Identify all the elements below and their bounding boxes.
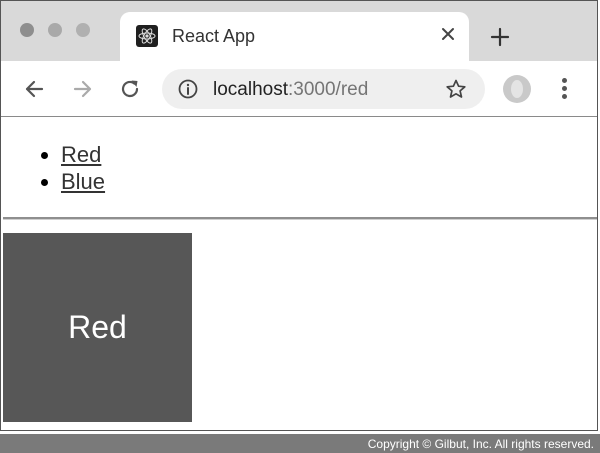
- tab-strip: React App: [1, 1, 597, 62]
- nav-link-red[interactable]: Red: [61, 142, 101, 167]
- horizontal-rule: [3, 217, 597, 220]
- url-text[interactable]: localhost:3000/red: [213, 79, 368, 101]
- maximize-window-button[interactable]: [76, 23, 90, 37]
- nav-list: Red Blue: [23, 141, 105, 195]
- forward-arrow-icon[interactable]: [71, 77, 95, 101]
- color-box-label: Red: [68, 309, 127, 345]
- minimize-window-button[interactable]: [48, 23, 62, 37]
- info-icon[interactable]: [178, 79, 198, 99]
- toolbar-divider: [1, 116, 597, 117]
- list-item: Blue: [61, 168, 105, 195]
- avatar-silhouette: [511, 80, 523, 98]
- tab-title: React App: [172, 26, 256, 46]
- close-window-button[interactable]: [20, 23, 34, 37]
- url-path: :3000/red: [288, 79, 369, 100]
- color-box: Red: [3, 233, 192, 422]
- tab-react-app[interactable]: React App: [120, 12, 469, 62]
- copyright-text: Copyright © Gilbut, Inc. All rights rese…: [367, 437, 594, 451]
- nav-link-blue[interactable]: Blue: [61, 169, 105, 194]
- list-item: Red: [61, 141, 105, 168]
- reload-icon[interactable]: [118, 77, 142, 101]
- browser-toolbar: localhost:3000/red: [1, 61, 597, 116]
- more-menu-icon[interactable]: [557, 78, 571, 100]
- copyright-footer: Copyright © Gilbut, Inc. All rights rese…: [0, 434, 600, 453]
- back-arrow-icon[interactable]: [22, 77, 46, 101]
- profile-avatar-icon[interactable]: [503, 75, 531, 103]
- url-host: localhost: [213, 79, 288, 100]
- address-bar[interactable]: localhost:3000/red: [162, 69, 485, 109]
- close-icon[interactable]: [437, 23, 459, 45]
- browser-window: React App localhost:3000/red • Red • Blu…: [0, 0, 598, 431]
- new-tab-icon[interactable]: [489, 26, 511, 48]
- react-icon: [136, 25, 158, 47]
- bookmark-star-icon[interactable]: [445, 78, 467, 100]
